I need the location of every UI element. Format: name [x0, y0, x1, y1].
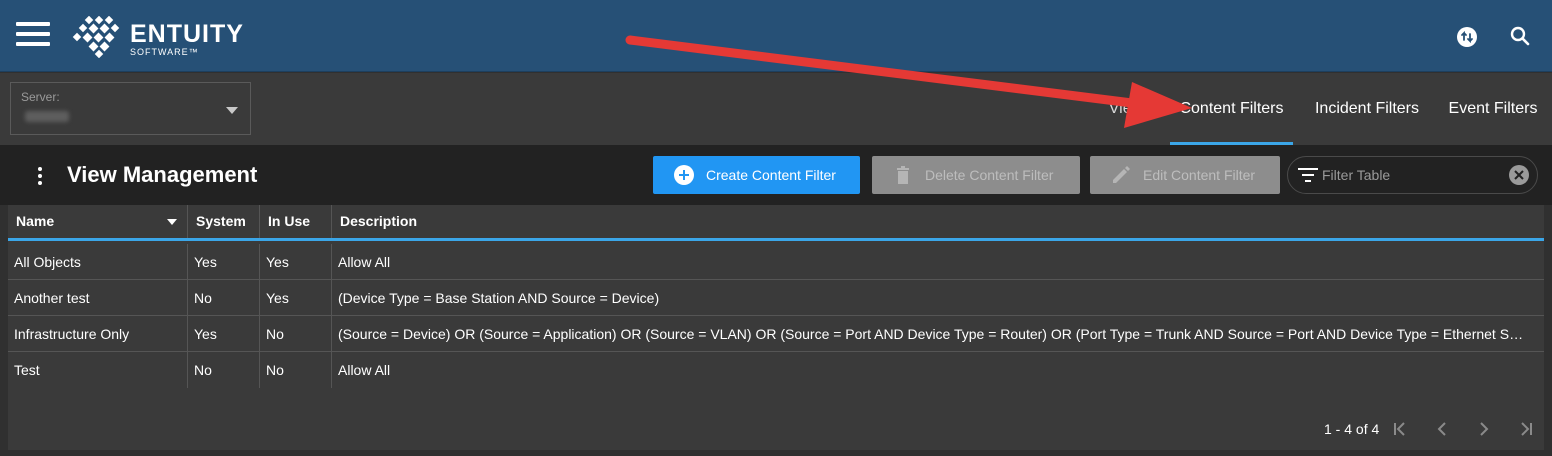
delete-content-filter-button[interactable]: Delete Content Filter	[872, 156, 1080, 194]
column-header-description[interactable]: Description	[332, 205, 1544, 238]
cell-name: All Objects	[8, 244, 188, 280]
chevron-down-icon	[226, 107, 238, 114]
pagination: 1 - 4 of 4	[8, 411, 1544, 447]
first-page-icon[interactable]	[1390, 419, 1410, 439]
app-root: ENTUITY SOFTWARE™ Server: Views Content …	[0, 0, 1552, 456]
create-content-filter-label: Create Content Filter	[706, 167, 836, 183]
column-header-label: Name	[16, 213, 55, 229]
content-filters-table: Name System In Use Description All Objec…	[8, 205, 1544, 450]
cell-system: Yes	[188, 316, 260, 352]
tab-views[interactable]: Views	[1100, 73, 1160, 145]
tab-content-filters[interactable]: Content Filters	[1170, 73, 1293, 145]
tab-incident-filters[interactable]: Incident Filters	[1303, 73, 1431, 145]
cell-description: (Source = Device) OR (Source = Applicati…	[338, 326, 1544, 342]
filter-icon	[1298, 168, 1318, 182]
cell-description: (Device Type = Base Station AND Source =…	[338, 290, 660, 306]
cell-description: Allow All	[338, 362, 391, 378]
pagination-range: 1 - 4 of 4	[1324, 421, 1380, 437]
navigation-bar: Server: Views Content Filters Incident F…	[0, 73, 1552, 145]
column-header-system[interactable]: System	[188, 205, 260, 238]
edit-content-filter-label: Edit Content Filter	[1143, 167, 1256, 183]
cell-in-use: Yes	[260, 280, 332, 316]
cell-description: Allow All	[338, 254, 391, 270]
server-value-redacted	[25, 111, 69, 122]
edit-content-filter-button[interactable]: Edit Content Filter	[1090, 156, 1280, 194]
delete-content-filter-label: Delete Content Filter	[925, 167, 1054, 183]
cell-name: Test	[8, 352, 188, 388]
sort-down-icon	[167, 219, 177, 225]
brand-subtitle: SOFTWARE™	[130, 47, 199, 57]
table-row[interactable]: Test No No Allow All	[8, 352, 1544, 388]
add-circle-icon	[674, 165, 694, 185]
page-title: View Management	[67, 162, 258, 187]
cell-system: No	[188, 352, 260, 388]
pencil-icon	[1113, 166, 1130, 183]
brand-name: ENTUITY	[130, 20, 244, 48]
search-icon[interactable]	[1508, 24, 1532, 48]
hamburger-icon[interactable]	[16, 22, 50, 48]
top-app-bar: ENTUITY SOFTWARE™	[0, 0, 1552, 72]
cell-in-use: No	[260, 316, 332, 352]
create-content-filter-button[interactable]: Create Content Filter	[653, 156, 860, 194]
cell-in-use: No	[260, 352, 332, 388]
sync-icon[interactable]	[1457, 27, 1477, 47]
table-header: Name System In Use Description	[8, 205, 1544, 241]
tab-event-filters[interactable]: Event Filters	[1440, 73, 1546, 145]
cell-system: No	[188, 280, 260, 316]
more-vert-icon[interactable]	[35, 167, 45, 185]
cell-name: Another test	[8, 280, 188, 316]
table-row[interactable]: Infrastructure Only Yes No (Source = Dev…	[8, 316, 1544, 352]
column-header-name[interactable]: Name	[8, 205, 188, 238]
page-toolbar: View Management Create Content Filter De…	[0, 145, 1552, 205]
server-label: Server:	[21, 90, 60, 104]
filter-table-box	[1287, 156, 1538, 194]
clear-icon[interactable]	[1509, 165, 1529, 185]
entuity-logo-mark-icon	[72, 16, 120, 58]
table-row[interactable]: Another test No Yes (Device Type = Base …	[8, 280, 1544, 316]
next-page-icon[interactable]	[1474, 419, 1494, 439]
filter-table-input[interactable]	[1322, 165, 1502, 185]
table-row[interactable]: All Objects Yes Yes Allow All	[8, 244, 1544, 280]
previous-page-icon[interactable]	[1432, 419, 1452, 439]
cell-in-use: Yes	[260, 244, 332, 280]
cell-system: Yes	[188, 244, 260, 280]
cell-name: Infrastructure Only	[8, 316, 188, 352]
last-page-icon[interactable]	[1516, 419, 1536, 439]
server-select[interactable]: Server:	[10, 82, 251, 135]
trash-icon	[897, 166, 909, 184]
column-header-in-use[interactable]: In Use	[260, 205, 332, 238]
